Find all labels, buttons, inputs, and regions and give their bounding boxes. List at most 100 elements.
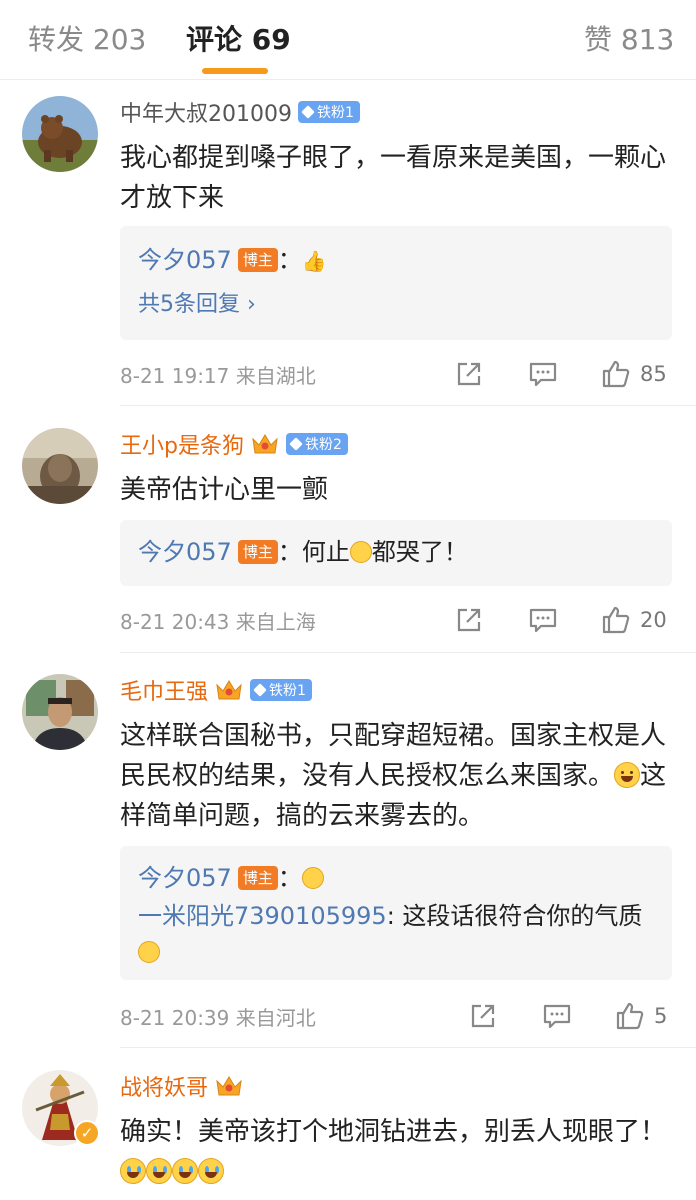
comment-header: 毛巾王强 铁粉1 xyxy=(120,674,312,706)
chevron-right-icon: › xyxy=(247,292,256,317)
like-count: 85 xyxy=(640,362,667,386)
reply-text: ： xyxy=(277,246,302,274)
host-badge: 博主 xyxy=(237,540,278,564)
share-icon xyxy=(457,608,481,632)
share-icon xyxy=(471,1004,495,1028)
fan-badge: 铁粉2 xyxy=(285,433,348,455)
comment-text: 美帝估计心里一颤 xyxy=(120,475,329,505)
username[interactable]: 中年大叔201009 xyxy=(120,96,292,128)
comment-location: 来自河北 xyxy=(235,1006,316,1030)
comment-footer: 8-21 19:17 来自湖北 85 xyxy=(120,354,676,394)
host-badge: 博主 xyxy=(237,248,278,272)
reply-username[interactable]: 今夕057 xyxy=(138,864,232,892)
avatar[interactable] xyxy=(22,96,98,172)
crying-laughing-emoji-icon xyxy=(198,1158,224,1184)
diamond-icon xyxy=(289,437,303,451)
verified-icon: ✓ xyxy=(74,1120,100,1146)
like-button[interactable]: 20 xyxy=(600,602,667,638)
comment-location: 来自湖北 xyxy=(235,364,316,388)
comment-text: 我心都提到嗓子眼了，一看原来是美国，一颗心才放下来 xyxy=(120,143,667,213)
comment-meta: 8-21 19:17 来自湖北 xyxy=(120,360,316,389)
comment-time: 8-21 20:39 xyxy=(120,1006,230,1030)
like-count: 20 xyxy=(640,608,667,632)
crying-laughing-emoji-icon xyxy=(146,1158,172,1184)
comment-time: 8-21 19:17 xyxy=(120,364,230,388)
share-button[interactable] xyxy=(468,998,498,1034)
reply-button[interactable] xyxy=(528,602,558,638)
username[interactable]: 战将妖哥 xyxy=(120,1070,208,1102)
comment-tabs: 转发 203 评论 69 赞 813 xyxy=(0,0,696,80)
laughing-emoji-icon xyxy=(614,762,641,788)
comment-header: 王小p是条狗 铁粉2 xyxy=(120,428,348,460)
more-replies-link[interactable]: 共5条回复 › xyxy=(138,283,654,327)
tab-likes[interactable]: 赞 813 xyxy=(584,20,674,60)
fan-badge-label: 铁粉1 xyxy=(269,683,306,699)
like-count: 5 xyxy=(654,1004,668,1028)
reply-line: 今夕057 博主： xyxy=(138,858,654,898)
reply-preview[interactable]: 今夕057 博主 ：何止 都哭了！ xyxy=(120,520,672,586)
diamond-icon xyxy=(301,105,315,119)
reply-username[interactable]: 一米阳光7390105995 xyxy=(138,902,387,930)
comment-location: 来自上海 xyxy=(235,610,316,634)
reply-text: : 这段话很符合你的气质 xyxy=(386,902,643,930)
tab-reposts[interactable]: 转发 203 xyxy=(28,20,146,60)
reply-text: ：何止 xyxy=(277,538,350,566)
reply-line: 今夕057 博主 ：何止 都哭了！ xyxy=(138,530,654,574)
more-replies-label: 共5条回复 xyxy=(138,292,240,317)
fan-badge-label: 铁粉1 xyxy=(316,105,354,121)
reply-button[interactable] xyxy=(528,356,558,392)
username[interactable]: 王小p是条狗 xyxy=(120,428,244,460)
share-icon xyxy=(457,362,481,386)
thumbs-up-icon xyxy=(616,1002,644,1030)
crying-laughing-emoji-icon xyxy=(172,1158,198,1184)
reply-username[interactable]: 今夕057 xyxy=(138,246,232,274)
avatar[interactable] xyxy=(22,428,98,504)
shrug-emoji-icon xyxy=(349,541,372,563)
reply-button[interactable] xyxy=(542,998,572,1034)
share-button[interactable] xyxy=(454,602,484,638)
reply-text: ： xyxy=(277,864,302,892)
comment-header: 战将妖哥 xyxy=(120,1070,244,1102)
reply-line: 一米阳光7390105995: 这段话很符合你的气质 xyxy=(138,898,654,970)
comment-icon xyxy=(543,1004,571,1029)
comment-text: 确实！美帝该打个地洞钻进去，别丢人现眼了！ xyxy=(120,1112,676,1192)
crying-laughing-emoji-icon xyxy=(120,1158,146,1184)
thumbs-up-icon xyxy=(602,360,630,388)
fan-badge: 铁粉1 xyxy=(297,101,360,123)
like-button[interactable]: 85 xyxy=(600,356,667,392)
comment-header: 中年大叔201009 铁粉1 xyxy=(120,96,360,128)
diamond-icon xyxy=(253,683,267,697)
reply-line: 今夕057 博主 ：👍 xyxy=(138,238,654,283)
username[interactable]: 毛巾王强 xyxy=(120,674,208,706)
fan-badge: 铁粉1 xyxy=(250,679,312,701)
crown-icon xyxy=(216,680,242,700)
comment-text-part: 这样联合国秘书，只配穿超短裙。国家主权是人民民权的结果，没有人民授权怎么来国家。 xyxy=(120,721,667,791)
share-button[interactable] xyxy=(454,356,484,392)
crown-icon xyxy=(216,1076,242,1096)
tab-comments[interactable]: 评论 69 xyxy=(186,20,291,60)
fan-badge-label: 铁粉2 xyxy=(304,437,342,453)
comment-text-part: 确实！美帝该打个地洞钻进去，别丢人现眼了！ xyxy=(120,1117,667,1147)
reply-preview[interactable]: 今夕057 博主： 一米阳光7390105995: 这段话很符合你的气质 xyxy=(120,846,672,980)
active-tab-indicator xyxy=(202,68,268,74)
divider xyxy=(120,652,696,653)
comment-footer: 8-21 20:39 来自河北 5 xyxy=(120,996,676,1036)
reply-username[interactable]: 今夕057 xyxy=(138,538,232,566)
thumbs-up-icon xyxy=(602,606,630,634)
grin-emoji-icon xyxy=(138,941,160,963)
comment-meta: 8-21 20:43 来自上海 xyxy=(120,606,316,635)
crown-icon xyxy=(252,434,278,454)
reply-text-end: 都哭了！ xyxy=(371,538,468,566)
comment-icon xyxy=(529,362,557,387)
divider xyxy=(120,1047,696,1048)
avatar[interactable] xyxy=(22,674,98,750)
like-button[interactable]: 5 xyxy=(614,998,667,1034)
comment-time: 8-21 20:43 xyxy=(120,610,230,634)
divider xyxy=(120,405,696,406)
thumbs-up-emoji-icon: 👍 xyxy=(301,249,327,273)
comment-icon xyxy=(529,608,557,633)
grin-emoji-icon xyxy=(301,867,324,889)
comment-footer: 8-21 20:43 来自上海 20 xyxy=(120,600,676,640)
reply-preview[interactable]: 今夕057 博主 ：👍 共5条回复 › xyxy=(120,226,672,340)
host-badge: 博主 xyxy=(237,866,278,890)
